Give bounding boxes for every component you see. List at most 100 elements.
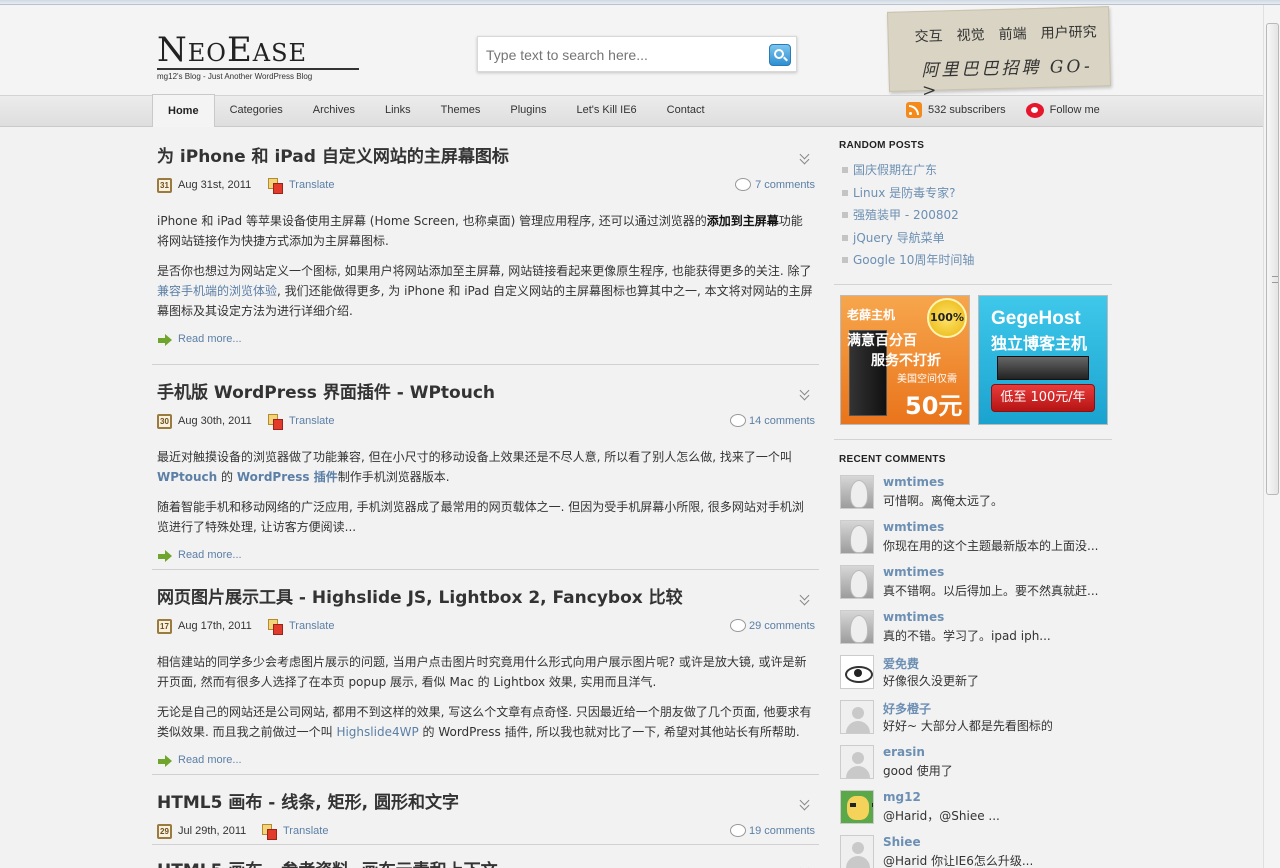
- note-links: 交互 视觉 前端 用户研究: [914, 21, 1096, 46]
- comment-excerpt[interactable]: good 使用了: [883, 762, 953, 779]
- collapse-chevron-icon[interactable]: [799, 594, 811, 606]
- post-meta: 29 Jul 29th, 2011 Translate 19 comments: [152, 823, 819, 843]
- avatar[interactable]: [840, 699, 874, 734]
- inline-link[interactable]: Highslide4WP: [336, 725, 418, 739]
- post-paragraph: 最近对触摸设备的浏览器做了功能兼容, 但在小尺寸的移动设备上效果还是不尽人意, …: [157, 450, 792, 484]
- nav-themes[interactable]: Themes: [426, 96, 496, 127]
- avatar[interactable]: [840, 564, 874, 599]
- search-button[interactable]: [769, 44, 791, 66]
- nav-plugins[interactable]: Plugins: [495, 96, 561, 127]
- post-paragraph: iPhone 和 iPad 等苹果设备使用主屏幕 (Home Screen, 也…: [157, 214, 803, 248]
- post-date: Jul 29th, 2011: [178, 825, 247, 837]
- comments-link[interactable]: 19 comments: [749, 825, 815, 837]
- comments-link[interactable]: 14 comments: [749, 415, 815, 427]
- avatar[interactable]: [840, 474, 874, 509]
- read-more-link[interactable]: Read more...: [178, 754, 242, 766]
- comment-author[interactable]: Shiee: [883, 835, 921, 849]
- comment-item: 好多橙子 好好~ 大部分人都是先看图标的: [840, 699, 1112, 745]
- avatar[interactable]: [840, 834, 874, 868]
- comment-author[interactable]: wmtimes: [883, 520, 944, 534]
- comment-author[interactable]: 好多橙子: [883, 700, 931, 717]
- vertical-scrollbar[interactable]: [1263, 5, 1280, 868]
- read-more-link[interactable]: Read more...: [178, 549, 242, 561]
- comment-excerpt[interactable]: 好像很久没更新了: [883, 672, 979, 689]
- note-link-frontend[interactable]: 前端: [998, 23, 1027, 44]
- nav-kill-ie6[interactable]: Let's Kill IE6: [561, 96, 651, 127]
- rss-subscribe-link[interactable]: 532 subscribers: [906, 102, 1006, 118]
- comment-excerpt[interactable]: 好好~ 大部分人都是先看图标的: [883, 717, 1053, 734]
- random-post-link[interactable]: Linux 是防毒专家?: [840, 184, 1112, 207]
- site-header: NeoEase mg12's Blog - Just Another WordP…: [0, 5, 1263, 101]
- site-title[interactable]: NeoEase: [157, 32, 359, 70]
- translate-link[interactable]: Translate: [283, 825, 328, 837]
- avatar[interactable]: [840, 609, 874, 644]
- translate-link[interactable]: Translate: [289, 620, 334, 632]
- post-title[interactable]: 手机版 WordPress 界面插件 - WPtouch: [152, 381, 819, 405]
- comment-icon: [735, 178, 751, 191]
- comment-author[interactable]: wmtimes: [883, 610, 944, 624]
- avatar[interactable]: [840, 654, 874, 689]
- comment-author[interactable]: wmtimes: [883, 565, 944, 579]
- nav-contact[interactable]: Contact: [652, 96, 720, 127]
- ad-price-button[interactable]: 低至 100元/年: [991, 383, 1095, 412]
- post-title[interactable]: HTML5 画布 - 参考资料, 画布元素和上下文: [152, 859, 819, 868]
- follow-label[interactable]: Follow me: [1050, 104, 1100, 116]
- comment-author[interactable]: mg12: [883, 790, 921, 804]
- note-link-interaction[interactable]: 交互: [914, 25, 943, 46]
- read-more-link[interactable]: Read more...: [178, 333, 242, 345]
- comment-excerpt[interactable]: 真不错啊。以后得加上。要不然真就赶...: [883, 582, 1098, 599]
- collapse-chevron-icon[interactable]: [799, 389, 811, 401]
- nav-home[interactable]: Home: [152, 94, 215, 127]
- inline-link[interactable]: WordPress 插件: [237, 470, 338, 484]
- comment-excerpt[interactable]: @Harid，@Shiee ...: [883, 807, 1000, 824]
- comments-link[interactable]: 7 comments: [755, 179, 815, 191]
- nav-archives[interactable]: Archives: [298, 96, 370, 127]
- comment-excerpt[interactable]: 你现在用的这个主题最新版本的上面没...: [883, 537, 1098, 554]
- comment-item: wmtimes 你现在用的这个主题最新版本的上面没...: [840, 519, 1112, 565]
- avatar[interactable]: [840, 744, 874, 779]
- random-post-link[interactable]: jQuery 导航菜单: [840, 229, 1112, 252]
- nav-menu: Home Categories Archives Links Themes Pl…: [152, 94, 720, 127]
- subscribers-count[interactable]: 532 subscribers: [928, 104, 1006, 116]
- nav-categories[interactable]: Categories: [215, 96, 298, 127]
- comment-excerpt[interactable]: 真的不错。学习了。ipad iph...: [883, 627, 1051, 644]
- post-title[interactable]: 网页图片展示工具 - Highslide JS, Lightbox 2, Fan…: [152, 586, 819, 610]
- recruit-note[interactable]: 交互 视觉 前端 用户研究 阿里巴巴招聘 GO->: [886, 6, 1112, 101]
- translate-link[interactable]: Translate: [289, 179, 334, 191]
- post-title[interactable]: HTML5 画布 - 线条, 矩形, 圆形和文字: [152, 791, 819, 815]
- collapse-chevron-icon[interactable]: [799, 153, 811, 165]
- comment-author[interactable]: wmtimes: [883, 475, 944, 489]
- comment-author[interactable]: 爱免费: [883, 655, 919, 672]
- search-input[interactable]: [486, 45, 756, 65]
- nav-links[interactable]: Links: [370, 96, 426, 127]
- inline-link[interactable]: WPtouch: [157, 470, 217, 484]
- comment-author[interactable]: erasin: [883, 745, 925, 759]
- note-link-visual[interactable]: 视觉: [956, 24, 985, 45]
- nav-feeds: 532 subscribers Follow me: [906, 102, 1100, 118]
- ad-banner-gegehost[interactable]: GegeHost 独立博客主机 低至 100元/年: [978, 294, 1108, 425]
- ad-banner-hosting[interactable]: 老薛主机 100% 满意百分百 服务不打折 美国空间仅需 50元: [840, 294, 970, 425]
- post-date: Aug 17th, 2011: [178, 620, 252, 632]
- avatar[interactable]: [840, 519, 874, 554]
- collapse-chevron-icon[interactable]: [799, 799, 811, 811]
- comment-item: Shiee @Harid 你让IE6怎么升级...: [840, 834, 1112, 868]
- random-post-link[interactable]: 强殖装甲 - 200802: [840, 206, 1112, 229]
- comment-excerpt[interactable]: @Harid 你让IE6怎么升级...: [883, 852, 1033, 868]
- post-title[interactable]: 为 iPhone 和 iPad 自定义网站的主屏幕图标: [152, 145, 819, 169]
- inline-link[interactable]: 兼容手机端的浏览体验: [157, 284, 277, 298]
- scrollbar-thumb[interactable]: [1266, 23, 1279, 495]
- site-tagline: mg12's Blog - Just Another WordPress Blo…: [157, 72, 313, 81]
- comments-link[interactable]: 29 comments: [749, 620, 815, 632]
- server-rack-image: [997, 355, 1089, 380]
- recruit-handwriting[interactable]: 阿里巴巴招聘 GO->: [921, 51, 1110, 101]
- random-post-link[interactable]: 国庆假期在广东: [840, 161, 1112, 184]
- translate-link[interactable]: Translate: [289, 415, 334, 427]
- note-link-user-research[interactable]: 用户研究: [1040, 21, 1097, 42]
- avatar[interactable]: [840, 789, 874, 824]
- comment-excerpt[interactable]: 可惜啊。离俺太远了。: [883, 492, 1003, 509]
- weibo-follow-link[interactable]: Follow me: [1025, 102, 1100, 118]
- post-date: Aug 31st, 2011: [178, 179, 252, 191]
- random-post-link[interactable]: Google 10周年时间轴: [840, 251, 1112, 274]
- site-logo[interactable]: NeoEase mg12's Blog - Just Another WordP…: [157, 32, 359, 81]
- post-item: 网页图片展示工具 - Highslide JS, Lightbox 2, Fan…: [152, 570, 819, 775]
